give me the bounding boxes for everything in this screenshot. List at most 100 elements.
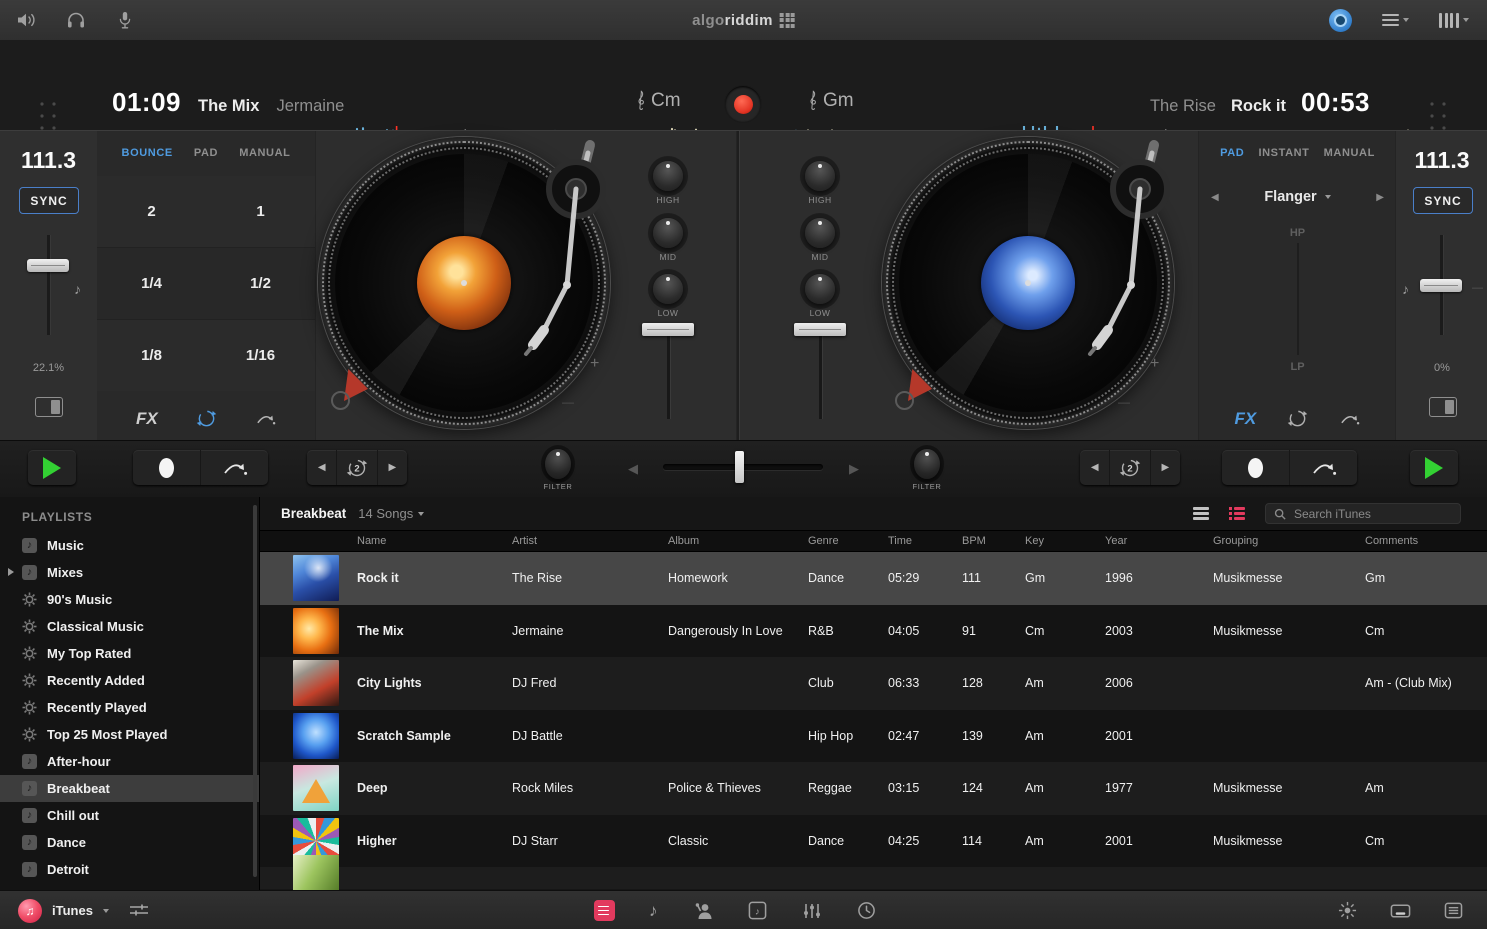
tab-pad[interactable]: PAD xyxy=(1220,147,1244,159)
loop-toggle-right[interactable]: 2 xyxy=(1109,450,1149,485)
key-lock-note-icon[interactable]: ♪ xyxy=(1402,281,1409,297)
cue-button-left[interactable] xyxy=(133,450,200,485)
tab-pad[interactable]: PAD xyxy=(194,147,218,159)
crossfader-right-arrow[interactable]: ▶ xyxy=(849,461,859,477)
record-button[interactable] xyxy=(725,86,761,122)
eq-mid-knob-left[interactable] xyxy=(653,218,683,248)
source-options-icon[interactable] xyxy=(128,903,150,917)
sidebar-item-after-hour[interactable]: After-hour xyxy=(0,748,259,775)
cue-jump-button-left[interactable] xyxy=(200,450,268,485)
fx-xy-slider[interactable] xyxy=(1296,243,1299,355)
loop-cell-sixteenth[interactable]: 1/16 xyxy=(206,320,315,391)
list-view-icon[interactable] xyxy=(1193,507,1209,520)
eq-high-knob-right[interactable] xyxy=(805,161,835,191)
deck-left-sync-button[interactable]: SYNC xyxy=(19,187,79,214)
loop-halve-button-left[interactable]: ◀ xyxy=(307,450,336,485)
search-field[interactable] xyxy=(1265,503,1461,524)
microphone-icon[interactable] xyxy=(114,11,136,29)
column-header-year[interactable]: Year xyxy=(1105,535,1213,547)
sidebar-item-recently-added[interactable]: Recently Added xyxy=(0,667,259,694)
fx-next-arrow[interactable]: ▶ xyxy=(1376,192,1384,203)
deck-left-display-mode-icon[interactable] xyxy=(35,397,63,417)
column-header-time[interactable]: Time xyxy=(888,535,962,547)
column-header-name[interactable]: Name xyxy=(357,535,512,547)
fx-button[interactable]: FX xyxy=(136,409,158,429)
volume-fader-track-right[interactable] xyxy=(818,323,823,419)
genres-tab-icon[interactable] xyxy=(801,902,823,920)
tab-manual[interactable]: MANUAL xyxy=(239,147,290,159)
playlists-tab-icon[interactable] xyxy=(594,900,615,921)
songs-tab-icon[interactable]: ♪ xyxy=(649,901,658,921)
loop-mode-icon[interactable] xyxy=(1287,408,1308,429)
source-selector[interactable]: iTunes xyxy=(18,891,109,929)
artists-tab-icon[interactable] xyxy=(692,902,714,920)
headphones-icon[interactable] xyxy=(65,11,87,29)
eq-low-knob-right[interactable] xyxy=(805,274,835,304)
eq-low-knob-left[interactable] xyxy=(653,274,683,304)
volume-fader-handle-right[interactable] xyxy=(794,323,846,336)
tab-manual[interactable]: MANUAL xyxy=(1324,147,1375,159)
track-row[interactable]: Scratch Sample DJ Battle Hip Hop 02:47 1… xyxy=(260,709,1487,762)
disclosure-triangle-icon[interactable] xyxy=(8,568,14,576)
column-header-grouping[interactable]: Grouping xyxy=(1213,535,1365,547)
deck-right-sync-button[interactable]: SYNC xyxy=(1413,187,1473,214)
loop-cell-half[interactable]: 1/2 xyxy=(206,248,315,320)
cue-jump-button-right[interactable] xyxy=(1289,450,1357,485)
eq-mid-knob-right[interactable] xyxy=(805,218,835,248)
sidebar-item-chill-out[interactable]: Chill out xyxy=(0,802,259,829)
column-header-bpm[interactable]: BPM xyxy=(962,535,1025,547)
track-row[interactable]: The Mix Jermaine Dangerously In Love R&B… xyxy=(260,604,1487,657)
sidebar-item-top-25-most-played[interactable]: Top 25 Most Played xyxy=(0,721,259,748)
queue-list-icon[interactable] xyxy=(1444,902,1463,919)
tab-bounce[interactable]: BOUNCE xyxy=(122,147,173,159)
display-keyboard-icon[interactable] xyxy=(1390,903,1411,919)
volume-fader-track-left[interactable] xyxy=(666,323,671,419)
track-row-partial[interactable] xyxy=(260,855,1487,890)
loop-double-button-right[interactable]: ▶ xyxy=(1149,450,1180,485)
column-header-artist[interactable]: Artist xyxy=(512,535,668,547)
fx-selector[interactable]: Flanger xyxy=(1264,189,1316,205)
track-row[interactable]: Rock it The Rise Homework Dance 05:29 11… xyxy=(260,552,1487,605)
detail-view-icon[interactable] xyxy=(1229,507,1245,521)
search-input[interactable] xyxy=(1292,505,1452,522)
blue-status-button[interactable] xyxy=(1329,8,1353,32)
sidebar-item-classical-music[interactable]: Classical Music xyxy=(0,613,259,640)
track-row[interactable]: Deep Rock Miles Police & Thieves Reggae … xyxy=(260,762,1487,815)
column-header-genre[interactable]: Genre xyxy=(808,535,888,547)
deck-left-pitch-slider-track[interactable] xyxy=(47,235,51,335)
loop-cell-2[interactable]: 2 xyxy=(97,176,206,248)
eq-high-knob-left[interactable] xyxy=(653,161,683,191)
speaker-volume-icon[interactable] xyxy=(16,11,38,29)
horizontal-layout-menu-button[interactable] xyxy=(1382,13,1410,27)
vertical-layout-menu-button[interactable] xyxy=(1439,12,1469,28)
albums-tab-icon[interactable]: ♪ xyxy=(748,901,767,920)
sidebar-item-mixes[interactable]: Mixes xyxy=(0,559,259,586)
loop-cell-1[interactable]: 1 xyxy=(206,176,315,248)
deck-left-pitch-slider-handle[interactable] xyxy=(27,259,69,272)
loop-halve-button-right[interactable]: ◀ xyxy=(1080,450,1109,485)
deck-right-pitch-slider-handle[interactable] xyxy=(1420,279,1462,292)
play-button-left[interactable] xyxy=(28,450,76,485)
tab-instant[interactable]: INSTANT xyxy=(1258,147,1309,159)
fx-button[interactable]: FX xyxy=(1235,409,1257,429)
track-row[interactable]: Higher DJ Starr Classic Dance 04:25 114 … xyxy=(260,814,1487,867)
volume-fader-handle-left[interactable] xyxy=(642,323,694,336)
slip-mode-icon[interactable] xyxy=(255,412,276,426)
filter-knob-left[interactable] xyxy=(545,449,571,479)
play-button-right[interactable] xyxy=(1410,450,1458,485)
crossfader-handle[interactable] xyxy=(735,451,744,483)
history-tab-icon[interactable] xyxy=(857,901,876,920)
crossfader-left-arrow[interactable]: ◀ xyxy=(628,461,638,477)
loop-cell-eighth[interactable]: 1/8 xyxy=(97,320,206,391)
sidebar-item-recently-played[interactable]: Recently Played xyxy=(0,694,259,721)
fx-prev-arrow[interactable]: ◀ xyxy=(1211,192,1219,203)
sidebar-item-detroit[interactable]: Detroit xyxy=(0,856,259,883)
key-lock-note-icon[interactable]: ♪ xyxy=(74,281,81,297)
loop-toggle-left[interactable]: 2 xyxy=(336,450,376,485)
track-row[interactable]: City Lights DJ Fred Club 06:33 128 Am 20… xyxy=(260,657,1487,710)
column-header-album[interactable]: Album xyxy=(668,535,808,547)
sidebar-item-music[interactable]: Music xyxy=(0,532,259,559)
loop-double-button-left[interactable]: ▶ xyxy=(376,450,407,485)
filter-knob-right[interactable] xyxy=(914,449,940,479)
automix-sun-icon[interactable] xyxy=(1338,901,1357,920)
